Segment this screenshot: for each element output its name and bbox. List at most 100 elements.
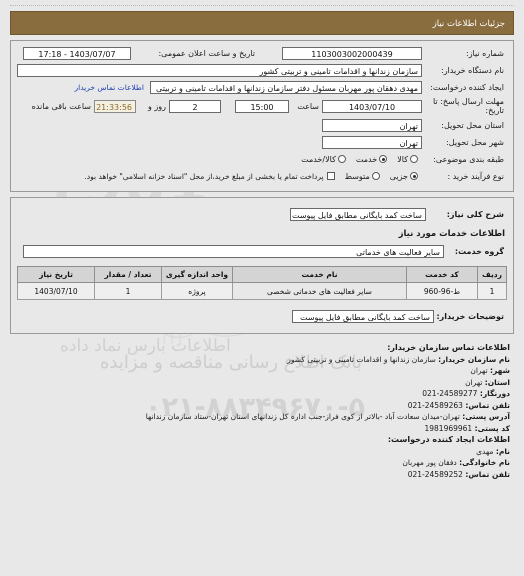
province-value: تهران — [322, 118, 422, 132]
buyer-org-value: سازمان زندانها و اقدامات تامینی و تربیتی… — [17, 63, 422, 77]
radio-category-kala[interactable] — [410, 155, 418, 163]
summary-value: ساخت کمد بایگانی مطابق فایل پیوست — [290, 207, 426, 221]
creator-last-name-label: نام خانوادگی: — [459, 458, 510, 467]
contact-address-label: آدرس پستی: — [462, 412, 510, 421]
need-number-value: 1103003002000439 — [282, 46, 422, 60]
creator-phone-label: تلفن تماس: — [465, 469, 510, 479]
checkbox-islamic-treasury-label: پرداخت تمام یا بخشی از مبلغ خرید،از محل … — [84, 171, 324, 181]
creator-first-name-label: نام: — [495, 446, 510, 456]
buyer-org-name-row: نام سازمان خریدار: سازمان زندانها و اقدا… — [10, 354, 510, 366]
row-process: نوع فرآیند خرید : جزیی متوسط پرداخت تمام… — [17, 169, 507, 183]
th-quantity: تعداد / مقدار — [94, 266, 162, 283]
category-label: طبقه بندی موضوعی: — [433, 154, 504, 164]
row-buyer-notes: توضیحات خریدار: ساخت کمد بایگانی مطابق ف… — [17, 309, 507, 323]
creator-contact-title: اطلاعات ایجاد کننده درخواست: — [387, 435, 510, 444]
services-section-title: اطلاعات خدمات مورد نیاز — [398, 229, 505, 239]
contact-province-label: استان: — [484, 377, 510, 387]
buyer-org-label: نام دستگاه خریدار: — [441, 65, 504, 75]
need-number-label: شماره نیاز: — [466, 48, 504, 58]
radio-process-jozei[interactable] — [410, 172, 418, 180]
contact-address-value: تهران-میدان سعادت آباد -بالاتر از کوی فر… — [145, 412, 460, 421]
creator-phone-row: تلفن تماس: 24589252-021 — [10, 469, 510, 481]
contact-phone-value: 24589263-021 — [407, 400, 463, 410]
buyer-notes-value: ساخت کمد بایگانی مطابق فایل پیوست — [292, 309, 434, 323]
radio-process-jozei-label: جزیی — [389, 171, 408, 181]
contact-province-row: استان: تهران — [10, 377, 510, 389]
table-row: 1 ط-96-960 سایر فعالیت های خدماتی شخصی پ… — [17, 282, 507, 300]
contact-phone-row: تلفن تماس: 24589263-021 — [10, 400, 510, 412]
remaining-time-countdown: 21:33:56 — [94, 99, 136, 113]
radio-category-kala-label: کالا — [397, 154, 408, 164]
announce-datetime-value: 1403/07/07 - 17:18 — [23, 46, 131, 60]
checkbox-islamic-treasury[interactable] — [326, 172, 335, 180]
buyer-org-name-value: سازمان زندانها و اقدامات تامینی و تربیتی… — [287, 354, 436, 364]
row-creator: ایجاد کننده درخواست: مهدی دهقان پور مهرب… — [17, 80, 507, 94]
contact-fax-value: 24589277-021 — [422, 389, 478, 398]
row-summary: شرح کلی نیاز: ساخت کمد بایگانی مطابق فای… — [17, 207, 507, 221]
page-title: جزئیات اطلاعات نیاز — [10, 11, 514, 35]
row-category: طبقه بندی موضوعی: کالا خدمت کالا/خدمت — [17, 152, 507, 166]
process-label: نوع فرآیند خرید : — [447, 171, 504, 181]
th-need-date: تاریخ نیاز — [17, 266, 95, 283]
row-city: شهر محل تحویل: تهران — [17, 135, 507, 149]
buyer-contact-title: اطلاعات تماس سازمان خریدار: — [387, 343, 510, 352]
contact-city-label: شهر: — [490, 366, 510, 375]
th-service-code: کد خدمت — [406, 266, 478, 283]
remaining-days-value: 2 — [169, 99, 221, 113]
radio-category-khedmat[interactable] — [379, 155, 388, 163]
buyer-org-name-label: نام سازمان خریدار: — [438, 354, 510, 364]
contact-postal-value: 1981969961 — [424, 423, 473, 433]
contact-address-row: آدرس پستی: تهران-میدان سعادت آباد -بالات… — [10, 411, 510, 423]
th-unit: واحد اندازه گیری — [161, 266, 233, 283]
buyer-contact-link[interactable]: اطلاعات تماس خریدار — [75, 83, 145, 92]
page-root: 1981 ParsNamadData اطلاعات بارس نماد داد… — [0, 0, 524, 576]
contact-postal-label: کد پستی: — [474, 423, 510, 433]
contact-city-row: شهر: تهران — [10, 365, 510, 377]
summary-label: شرح کلی نیاز: — [446, 209, 504, 219]
contact-fax-label: دورنگار: — [479, 389, 510, 398]
creator-first-name-row: نام: مهدی — [10, 446, 510, 458]
cell-index: 1 — [477, 282, 507, 300]
deadline-hour-value: 15:00 — [235, 99, 289, 113]
deadline-hour-label: ساعت — [297, 101, 319, 111]
remaining-days-label: روز و — [148, 101, 166, 111]
creator-last-name-value: دفقان پور مهربان — [402, 458, 457, 467]
row-province: استان محل تحویل: تهران — [17, 118, 507, 132]
service-group-value: سایر فعالیت های خدماتی — [23, 244, 444, 258]
row-buyer-org: نام دستگاه خریدار: سازمان زندانها و اقدا… — [17, 63, 507, 77]
radio-category-kala-khedmat[interactable] — [337, 155, 346, 163]
cell-unit: پروژه — [161, 282, 233, 300]
contact-phone-label: تلفن تماس: — [465, 400, 510, 410]
row-need-number: شماره نیاز: 1103003002000439 تاریخ و ساع… — [17, 46, 507, 60]
radio-category-khedmat-label: خدمت — [355, 154, 378, 164]
creator-label: ایجاد کننده درخواست: — [430, 82, 504, 92]
contact-postal-row: کد پستی: 1981969961 — [10, 423, 510, 435]
creator-value: مهدی دهقان پور مهربان مسئول دفتر سازمان … — [150, 80, 422, 94]
radio-process-motavaset-label: متوسط — [344, 171, 370, 181]
row-deadline: مهلت ارسال پاسخ: تا تاریخ: 1403/07/10 سا… — [17, 97, 507, 115]
row-service-group: گروه خدمت: سایر فعالیت های خدماتی — [17, 244, 507, 258]
deadline-date-value: 1403/07/10 — [322, 99, 422, 113]
top-divider — [10, 0, 514, 6]
cell-service-code: ط-96-960 — [406, 282, 478, 300]
buyer-notes-label: توضیحات خریدار: — [436, 311, 504, 321]
services-table: ردیف کد خدمت نام خدمت واحد اندازه گیری ت… — [17, 266, 507, 300]
province-label: استان محل تحویل: — [441, 120, 504, 130]
radio-category-kala-khedmat-label: کالا/خدمت — [301, 154, 336, 164]
city-value: تهران — [322, 135, 422, 149]
cell-quantity: 1 — [94, 282, 162, 300]
remaining-time-label: ساعت باقی مانده — [31, 101, 91, 111]
service-group-label: گروه خدمت: — [454, 246, 504, 256]
creator-last-name-row: نام خانوادگی: دفقان پور مهربان — [10, 457, 510, 469]
contact-fax-row: دورنگار: 24589277-021 — [10, 388, 510, 400]
th-index: ردیف — [477, 266, 507, 283]
th-service-name: نام خدمت — [232, 266, 407, 283]
need-detail-panel: شرح کلی نیاز: ساخت کمد بایگانی مطابق فای… — [10, 197, 514, 334]
table-header-row: ردیف کد خدمت نام خدمت واحد اندازه گیری ت… — [17, 266, 507, 283]
radio-process-motavaset[interactable] — [371, 172, 380, 180]
deadline-label: مهلت ارسال پاسخ: تا تاریخ: — [432, 97, 504, 115]
announce-datetime-label: تاریخ و ساعت اعلان عمومی: — [158, 48, 255, 58]
contact-province-value: تهران — [465, 377, 483, 387]
cell-service-name: سایر فعالیت های خدماتی شخصی — [232, 282, 407, 300]
creator-first-name-value: مهدی — [476, 446, 494, 456]
